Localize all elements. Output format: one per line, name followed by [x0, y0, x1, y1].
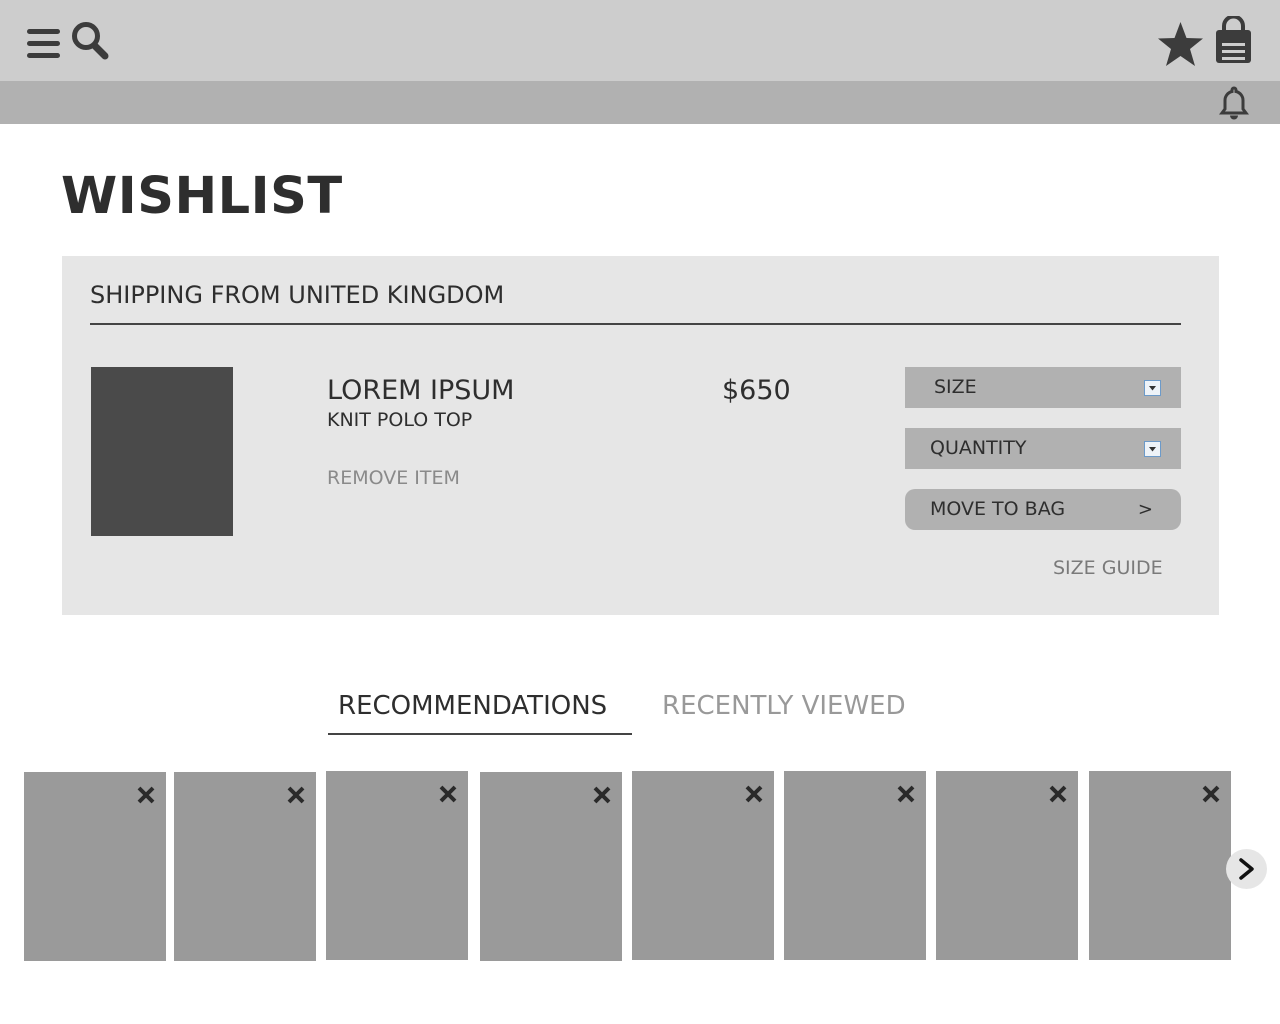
product-price: $650: [722, 375, 791, 406]
chevron-right-icon: [1226, 849, 1267, 889]
divider: [90, 323, 1181, 325]
product-card[interactable]: [784, 771, 926, 960]
search-icon[interactable]: [71, 21, 110, 61]
wishlist-panel: SHIPPING FROM UNITED KINGDOM LOREM IPSUM…: [62, 256, 1219, 615]
size-select[interactable]: SIZE: [905, 367, 1181, 408]
remove-item-link[interactable]: REMOVE ITEM: [327, 465, 460, 491]
close-icon[interactable]: [744, 784, 764, 804]
product-image[interactable]: [91, 367, 233, 536]
close-icon[interactable]: [1048, 784, 1068, 804]
tab-recommendations[interactable]: RECOMMENDATIONS: [338, 688, 607, 724]
chevron-right-icon: >: [1137, 499, 1153, 520]
close-icon[interactable]: [1201, 784, 1221, 804]
chevron-down-icon[interactable]: [1144, 380, 1161, 396]
tab-recently-viewed[interactable]: RECENTLY VIEWED: [662, 688, 906, 724]
product-card[interactable]: [326, 771, 468, 960]
product-card[interactable]: [1089, 771, 1231, 960]
close-icon[interactable]: [592, 785, 612, 805]
size-select-label: SIZE: [934, 376, 977, 398]
chevron-down-icon[interactable]: [1144, 441, 1161, 457]
product-card[interactable]: [174, 772, 316, 961]
size-guide-link[interactable]: SIZE GUIDE: [1053, 555, 1163, 581]
carousel-next-button[interactable]: [1226, 849, 1267, 889]
top-bar: [0, 0, 1280, 81]
quantity-select[interactable]: QUANTITY: [905, 428, 1181, 469]
product-card[interactable]: [480, 772, 622, 961]
page-title: WISHLIST: [61, 167, 343, 226]
quantity-select-label: QUANTITY: [930, 437, 1027, 459]
shipping-label: SHIPPING FROM UNITED KINGDOM: [90, 281, 505, 309]
close-icon[interactable]: [136, 785, 156, 805]
close-icon[interactable]: [896, 784, 916, 804]
product-name[interactable]: LOREM IPSUM: [327, 374, 514, 408]
product-card[interactable]: [24, 772, 166, 961]
move-to-bag-button[interactable]: MOVE TO BAG >: [905, 489, 1181, 530]
active-tab-underline: [328, 733, 632, 735]
product-description: KNIT POLO TOP: [327, 409, 473, 431]
product-card[interactable]: [632, 771, 774, 960]
move-to-bag-label: MOVE TO BAG: [930, 498, 1066, 520]
bell-icon[interactable]: [1219, 86, 1249, 120]
sub-bar: [0, 81, 1280, 124]
product-card[interactable]: [936, 771, 1078, 960]
close-icon[interactable]: [286, 785, 306, 805]
close-icon[interactable]: [438, 784, 458, 804]
star-icon[interactable]: [1157, 21, 1204, 67]
bag-icon[interactable]: [1214, 16, 1253, 65]
menu-icon[interactable]: [27, 28, 60, 60]
